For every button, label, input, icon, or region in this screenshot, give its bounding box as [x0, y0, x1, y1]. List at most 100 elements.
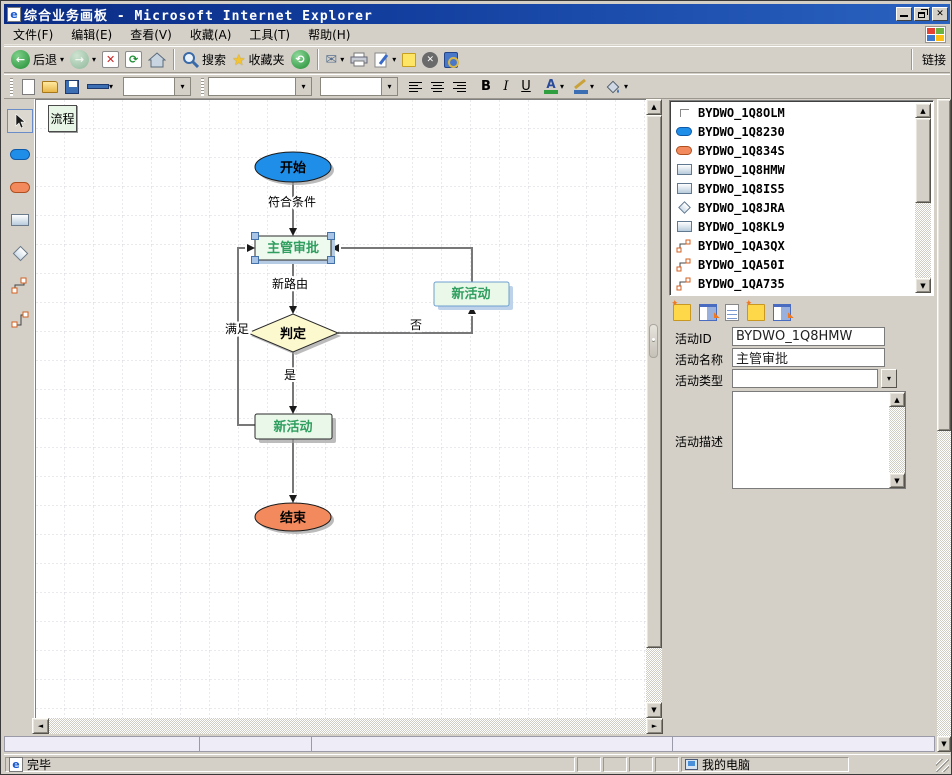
forward-button[interactable]: → ▾ — [67, 49, 99, 70]
canvas-hscrollbar[interactable]: ◄ ► — [32, 718, 663, 734]
save-item-icon[interactable] — [773, 304, 791, 321]
splitter-grip[interactable] — [649, 324, 658, 358]
combo-dropdown-icon[interactable]: ▾ — [295, 78, 311, 95]
forward-dropdown-icon[interactable]: ▾ — [92, 55, 96, 64]
font-color-button[interactable]: A — [542, 79, 560, 94]
search-button[interactable]: 搜索 — [179, 50, 229, 69]
messenger-button[interactable]: ✕ — [419, 51, 441, 69]
print-button[interactable] — [347, 51, 371, 68]
activity-type-dropdown-button[interactable]: ▾ — [881, 369, 897, 388]
bold-button[interactable]: B — [476, 79, 496, 94]
favorites-button[interactable]: ★ 收藏夹 — [229, 50, 287, 70]
element-list[interactable]: BYDWO_1Q8OLM BYDWO_1Q8230 BYDWO_1Q834S B… — [669, 100, 934, 296]
links-label[interactable]: 链接 — [922, 51, 946, 68]
start-shape-tool[interactable] — [7, 142, 33, 166]
italic-button[interactable]: I — [496, 79, 516, 94]
new-document-button[interactable] — [17, 76, 39, 97]
scroll-left-button[interactable]: ◄ — [32, 718, 49, 734]
menu-help[interactable]: 帮助(H) — [299, 24, 359, 45]
title-bar[interactable]: e 综合业务画板 - Microsoft Internet Explorer ✕ — [4, 4, 950, 24]
toolbar-grip[interactable] — [201, 78, 204, 96]
back-dropdown-icon[interactable]: ▾ — [60, 55, 64, 64]
diagram-canvas[interactable]: 流程 — [35, 99, 646, 718]
mail-dropdown-icon[interactable]: ▾ — [340, 55, 344, 64]
research-button[interactable] — [441, 51, 461, 69]
scroll-up-button[interactable]: ▲ — [646, 99, 662, 115]
save-button[interactable] — [61, 76, 83, 97]
home-button[interactable] — [145, 51, 169, 69]
menu-tools[interactable]: 工具(T) — [240, 24, 299, 45]
scroll-right-button[interactable]: ► — [646, 718, 663, 734]
document-icon[interactable] — [725, 304, 739, 321]
node-activity-bottom[interactable]: 新活动 — [255, 414, 336, 443]
discuss-note-button[interactable] — [399, 52, 419, 68]
stop-button[interactable]: ✕ — [99, 50, 122, 69]
line-width-button[interactable]: ▾ — [83, 76, 117, 97]
desc-scrollbar[interactable]: ▲ ▼ — [889, 392, 905, 488]
open-button[interactable] — [39, 76, 61, 97]
activity-type-combo[interactable] — [732, 369, 878, 388]
list-item[interactable]: BYDWO_1QA735 — [672, 274, 931, 293]
history-button[interactable]: ⟲ — [288, 49, 313, 70]
scroll-down-button[interactable]: ▼ — [646, 702, 662, 718]
font-family-combo[interactable]: ▾ — [208, 77, 312, 96]
font-size-combo[interactable]: ▾ — [320, 77, 398, 96]
align-left-button[interactable] — [404, 76, 426, 97]
minimize-button[interactable] — [896, 7, 912, 21]
back-button[interactable]: ← 后退 ▾ — [8, 49, 67, 70]
new-item-icon[interactable] — [747, 304, 765, 321]
list-item[interactable]: BYDWO_1QA3QX — [672, 236, 931, 255]
scroll-up-button[interactable]: ▲ — [915, 103, 931, 118]
restore-button[interactable] — [914, 7, 930, 21]
menu-view[interactable]: 查看(V) — [121, 24, 181, 45]
decision-shape-tool[interactable] — [7, 241, 33, 265]
list-item[interactable]: BYDWO_1Q8IS5 — [672, 179, 931, 198]
end-shape-tool[interactable] — [7, 175, 33, 199]
vscroll-thumb[interactable] — [646, 115, 662, 648]
edit-button[interactable]: ▾ — [371, 51, 399, 69]
node-approve[interactable]: 主管审批 — [252, 233, 336, 265]
resize-grip[interactable] — [936, 759, 949, 772]
combo-dropdown-icon[interactable]: ▾ — [174, 78, 190, 95]
align-right-button[interactable] — [448, 76, 470, 97]
list-item[interactable]: BYDWO_1Q8OLM — [672, 103, 931, 122]
line-width-dropdown-icon[interactable]: ▾ — [109, 82, 113, 91]
align-center-button[interactable] — [426, 76, 448, 97]
list-item[interactable]: BYDWO_1Q8230 — [672, 122, 931, 141]
menu-edit[interactable]: 编辑(E) — [62, 24, 121, 45]
close-button[interactable]: ✕ — [932, 7, 948, 21]
connector-tool-1[interactable] — [7, 274, 33, 298]
page-scroll-thumb[interactable] — [937, 99, 951, 431]
menu-favorites[interactable]: 收藏(A) — [181, 24, 241, 45]
canvas-vscrollbar[interactable]: ▲ ▼ — [646, 99, 663, 718]
pointer-tool-button[interactable] — [7, 109, 33, 133]
menu-file[interactable]: 文件(F) — [4, 24, 62, 45]
toolbar-grip[interactable] — [10, 78, 13, 96]
edit-dropdown-icon[interactable]: ▾ — [392, 55, 396, 64]
list-item[interactable]: BYDWO_1QA50I — [672, 255, 931, 274]
scroll-up-button[interactable]: ▲ — [889, 392, 905, 407]
underline-button[interactable]: U — [516, 79, 536, 94]
list-item[interactable]: BYDWO_1Q834S — [672, 141, 931, 160]
shape-style-combo[interactable]: ▾ — [123, 77, 191, 96]
list-item[interactable]: BYDWO_1Q8HMW — [672, 160, 931, 179]
list-item[interactable]: BYDWO_1Q8JRA — [672, 198, 931, 217]
activity-name-input[interactable] — [732, 348, 885, 367]
combo-dropdown-icon[interactable]: ▾ — [381, 78, 397, 95]
fill-color-button[interactable] — [602, 76, 624, 97]
activity-shape-tool[interactable] — [7, 208, 33, 232]
fill-color-dropdown-icon[interactable]: ▾ — [624, 82, 628, 91]
font-color-dropdown-icon[interactable]: ▾ — [560, 82, 564, 91]
scroll-down-button[interactable]: ▼ — [937, 736, 951, 752]
node-activity-right[interactable]: 新活动 — [434, 282, 513, 310]
new-activity-icon[interactable] — [673, 304, 691, 321]
list-item[interactable]: BYDWO_1Q8KL9 — [672, 217, 931, 236]
line-color-button[interactable] — [572, 79, 590, 94]
mail-button[interactable]: ✉ ▾ — [323, 51, 348, 69]
list-scroll-thumb[interactable] — [915, 118, 931, 203]
page-vscrollbar[interactable]: ▼ — [937, 99, 951, 752]
process-tab[interactable]: 流程 — [48, 105, 77, 132]
line-color-dropdown-icon[interactable]: ▾ — [590, 82, 594, 91]
connector-tool-2[interactable] — [7, 307, 33, 331]
activity-desc-textarea[interactable] — [733, 392, 889, 488]
